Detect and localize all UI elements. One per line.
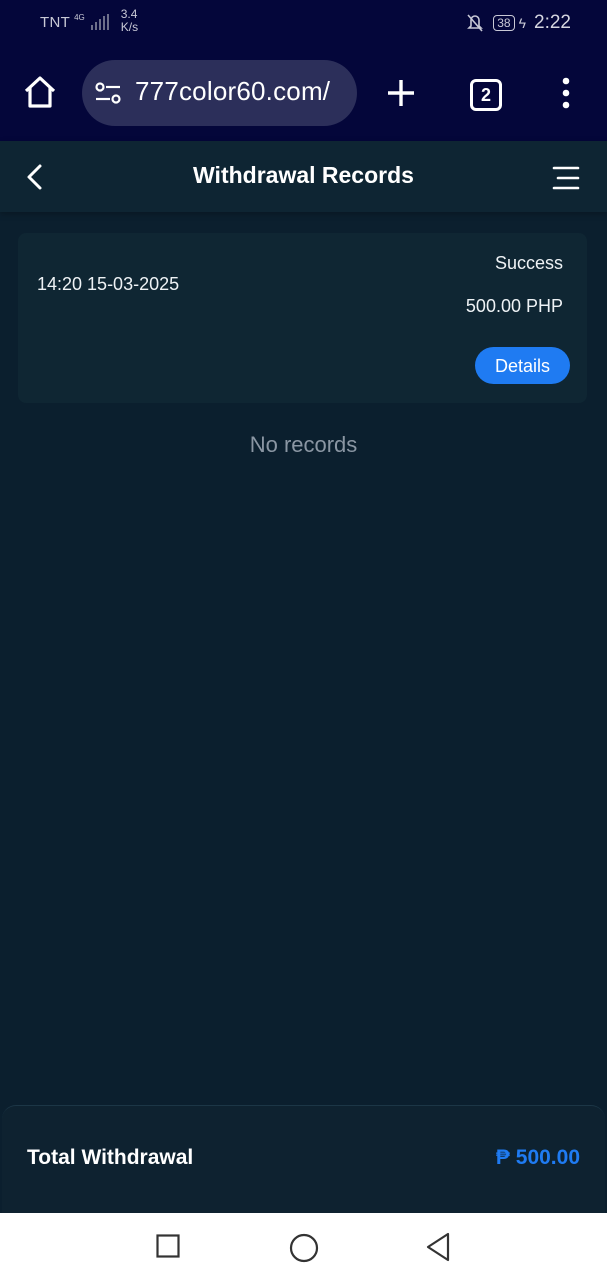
more-vert-icon[interactable] <box>555 76 577 110</box>
home-circle-icon[interactable] <box>289 1233 319 1263</box>
signal-icon <box>90 14 109 30</box>
total-withdrawal-label: Total Withdrawal <box>27 1146 194 1169</box>
url-bar[interactable]: 777color60.com/ <box>82 60 357 126</box>
back-triangle-icon[interactable] <box>425 1232 451 1262</box>
clock: 2:22 <box>534 12 571 33</box>
battery-icon: 38 <box>493 15 515 31</box>
system-nav-bar <box>0 1213 607 1280</box>
page-title: Withdrawal Records <box>193 162 414 188</box>
record-datetime: 14:20 15-03-2025 <box>37 274 180 294</box>
total-withdrawal-panel: Total Withdrawal ₱ 500.00 <box>2 1105 605 1214</box>
empty-state-message: No records <box>249 432 358 457</box>
recent-apps-icon[interactable] <box>156 1234 180 1258</box>
mute-icon <box>467 14 484 32</box>
home-icon[interactable] <box>22 74 58 110</box>
carrier-label: TNT <box>40 14 71 31</box>
app-header: Withdrawal Records <box>0 141 607 212</box>
charging-bolt-icon: ϟ <box>518 15 527 31</box>
withdrawal-record-card: 14:20 15-03-2025 Success 500.00 PHP Deta… <box>18 233 587 403</box>
data-speed-unit: K/s <box>120 20 139 34</box>
tab-switcher-icon[interactable]: 2 <box>470 79 502 111</box>
total-withdrawal-value: ₱ 500.00 <box>495 1146 580 1169</box>
details-button[interactable]: Details <box>475 347 570 384</box>
network-type-label: 4G <box>74 13 85 22</box>
url-text[interactable]: 777color60.com/ <box>135 76 330 107</box>
plus-icon[interactable] <box>384 76 418 110</box>
site-settings-icon[interactable] <box>94 81 122 105</box>
status-left: TNT 4G 3.4 K/s <box>40 8 138 34</box>
hamburger-menu-icon[interactable] <box>552 165 580 191</box>
status-right: 38 ϟ 2:22 <box>465 12 571 34</box>
status-bar: TNT 4G 3.4 K/s 38 ϟ 2:22 <box>0 0 607 48</box>
record-amount: 500.00 PHP <box>465 296 563 316</box>
browser-toolbar: 777color60.com/ 2 <box>0 48 607 141</box>
data-speed: 3.4 K/s <box>121 8 138 34</box>
record-status: Success <box>494 253 563 273</box>
